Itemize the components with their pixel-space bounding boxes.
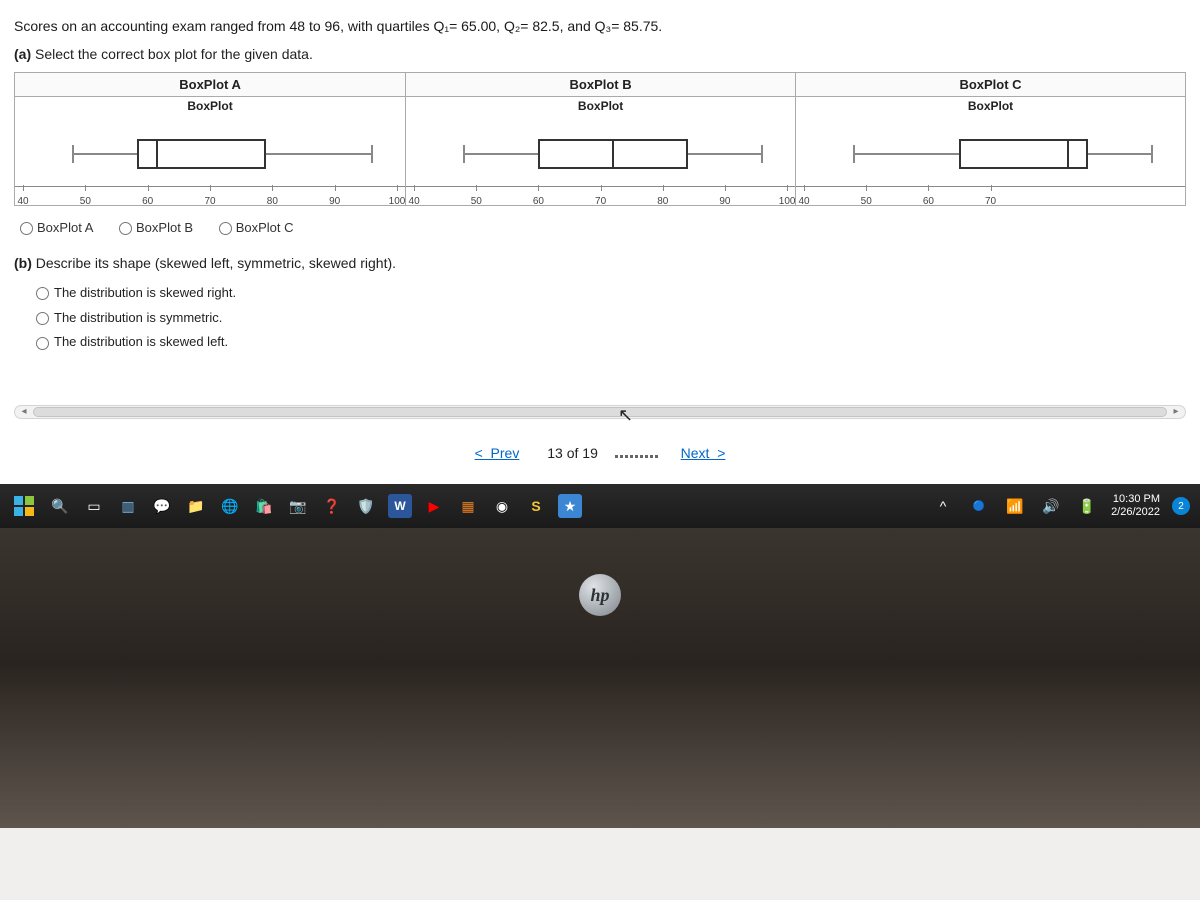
question-page: Scores on an accounting exam ranged from… — [0, 0, 1200, 484]
volume-icon[interactable]: 🔊 — [1039, 494, 1063, 518]
question-counter: 13 of 19 — [547, 445, 602, 461]
boxplot-c-chart: 40506070 — [796, 115, 1185, 205]
boxplot-b-header: BoxPlot B — [406, 73, 796, 97]
widgets-icon[interactable]: ▥ — [116, 494, 140, 518]
taskbar-right: ^ 🔵 📶 🔊 🔋 10:30 PM 2/26/2022 2 — [931, 493, 1190, 521]
taskbar-left: 🔍 ▭ ▥ 💬 📁 🌐 🛍️ 📷 ❓ 🛡️ W ▶ ▦ ◉ S ★ — [10, 492, 582, 520]
radio-skewed-left-label: The distribution is skewed left. — [54, 334, 228, 349]
grid-icon[interactable] — [614, 446, 659, 462]
radio-symmetric-label: The distribution is symmetric. — [54, 310, 222, 325]
laptop-keyboard-area: hp — [0, 528, 1200, 828]
start-button[interactable] — [10, 492, 38, 520]
camera-icon[interactable]: 📷 — [286, 494, 310, 518]
part-b-label: (b) — [14, 255, 32, 271]
prev-link[interactable]: < Prev — [475, 445, 520, 461]
scroll-thumb[interactable] — [33, 407, 1167, 417]
radio-symmetric-input[interactable] — [36, 312, 49, 325]
edge-icon[interactable]: 🌐 — [218, 494, 242, 518]
wifi-icon[interactable]: 📶 — [1003, 494, 1027, 518]
boxplot-b-title: BoxPlot — [406, 99, 795, 113]
radio-skewed-left[interactable]: The distribution is skewed left. — [36, 330, 1186, 355]
radio-symmetric[interactable]: The distribution is symmetric. — [36, 306, 1186, 331]
part-a-label: (a) — [14, 46, 31, 62]
prev-label: Prev — [491, 445, 520, 461]
taskbar-time: 10:30 PM — [1111, 493, 1160, 507]
boxplot-a-chart: 405060708090100 — [15, 115, 405, 205]
help-icon[interactable]: ❓ — [320, 494, 344, 518]
boxplot-b-chart: 405060708090100 — [406, 115, 795, 205]
notifications-icon[interactable]: 2 — [1172, 497, 1190, 515]
boxplot-c-header: BoxPlot C — [796, 73, 1186, 97]
part-a-text: Select the correct box plot for the give… — [35, 46, 313, 62]
radio-boxplot-b[interactable]: BoxPlot B — [119, 220, 193, 235]
star-app-icon[interactable]: ★ — [558, 494, 582, 518]
radio-boxplot-b-label: BoxPlot B — [136, 220, 193, 235]
question-of: of — [567, 445, 579, 461]
radio-skewed-right[interactable]: The distribution is skewed right. — [36, 281, 1186, 306]
chevron-up-icon[interactable]: ^ — [931, 494, 955, 518]
word-icon[interactable]: W — [388, 494, 412, 518]
charts-table: BoxPlot A BoxPlot B BoxPlot C BoxPlot 40… — [14, 72, 1186, 206]
question-nav: < Prev 13 of 19 Next > — [14, 445, 1186, 476]
question-total: 19 — [582, 445, 598, 461]
problem-intro: Scores on an accounting exam ranged from… — [14, 18, 1186, 34]
file-explorer-icon[interactable]: 📁 — [184, 494, 208, 518]
chat-icon[interactable]: 💬 — [150, 494, 174, 518]
radio-boxplot-c-label: BoxPlot C — [236, 220, 294, 235]
search-icon[interactable]: 🔍 — [48, 494, 72, 518]
question-current: 13 — [547, 445, 563, 461]
boxplot-c-cell[interactable]: BoxPlot 40506070 — [796, 97, 1186, 206]
boxplot-c-title: BoxPlot — [796, 99, 1185, 113]
radio-skewed-right-label: The distribution is skewed right. — [54, 285, 236, 300]
scroll-left-arrow-icon[interactable]: ◂ — [17, 406, 31, 418]
part-b-text: Describe its shape (skewed left, symmetr… — [36, 255, 396, 271]
part-b-choices: The distribution is skewed right. The di… — [36, 281, 1186, 355]
hp-logo-icon: hp — [579, 574, 621, 616]
next-link[interactable]: Next > — [681, 445, 726, 461]
battery-icon[interactable]: 🔋 — [1075, 494, 1099, 518]
next-label: Next — [681, 445, 710, 461]
youtube-icon[interactable]: ▶ — [422, 494, 446, 518]
radio-skewed-right-input[interactable] — [36, 287, 49, 300]
pinned-app-icon[interactable]: ▦ — [456, 494, 480, 518]
radio-boxplot-c[interactable]: BoxPlot C — [219, 220, 294, 235]
part-a-prompt: (a) Select the correct box plot for the … — [14, 46, 1186, 62]
radio-skewed-left-input[interactable] — [36, 337, 49, 350]
radio-boxplot-b-input[interactable] — [119, 222, 132, 235]
s-app-icon[interactable]: S — [524, 494, 548, 518]
store-icon[interactable]: 🛍️ — [252, 494, 276, 518]
horizontal-scrollbar[interactable]: ◂ ▸ — [14, 405, 1186, 419]
windows-taskbar: 🔍 ▭ ▥ 💬 📁 🌐 🛍️ 📷 ❓ 🛡️ W ▶ ▦ ◉ S ★ ^ 🔵 📶 … — [0, 484, 1200, 528]
boxplot-b-cell[interactable]: BoxPlot 405060708090100 — [406, 97, 796, 206]
input-indicator-icon[interactable]: 🔵 — [967, 494, 991, 518]
chrome-icon[interactable]: ◉ — [490, 494, 514, 518]
task-view-icon[interactable]: ▭ — [82, 494, 106, 518]
scroll-right-arrow-icon[interactable]: ▸ — [1169, 406, 1183, 418]
part-b-prompt: (b) Describe its shape (skewed left, sym… — [14, 255, 1186, 271]
radio-boxplot-c-input[interactable] — [219, 222, 232, 235]
radio-boxplot-a[interactable]: BoxPlot A — [20, 220, 93, 235]
taskbar-date: 2/26/2022 — [1111, 506, 1160, 520]
radio-boxplot-a-input[interactable] — [20, 222, 33, 235]
taskbar-clock[interactable]: 10:30 PM 2/26/2022 — [1111, 493, 1160, 521]
radio-boxplot-a-label: BoxPlot A — [37, 220, 93, 235]
boxplot-a-cell[interactable]: BoxPlot 405060708090100 — [15, 97, 406, 206]
boxplot-a-title: BoxPlot — [15, 99, 405, 113]
mcafee-icon[interactable]: 🛡️ — [354, 494, 378, 518]
part-a-choices: BoxPlot A BoxPlot B BoxPlot C — [20, 220, 1186, 235]
boxplot-a-header: BoxPlot A — [15, 73, 406, 97]
